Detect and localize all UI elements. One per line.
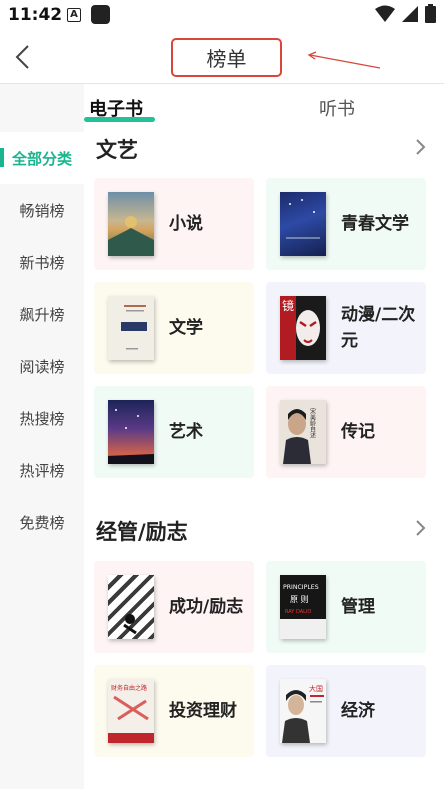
sidebar-item-rising[interactable]: 飙升榜: [0, 288, 84, 340]
book-cover: 镜: [280, 296, 326, 360]
sidebar-item-label: 畅销榜: [19, 201, 65, 220]
category-card-economy[interactable]: 大国 经济: [266, 665, 426, 757]
chevron-left-icon: [15, 45, 29, 69]
book-cover: 财务自由之路: [108, 679, 154, 743]
category-label: 文学: [169, 318, 203, 338]
status-bar: 11:42 A: [0, 0, 444, 30]
category-card-success[interactable]: 成功/励志: [94, 561, 254, 653]
category-card-management[interactable]: PRINCIPLES 原 则 RAY DALIO 管理: [266, 561, 426, 653]
signal-icon: [402, 5, 418, 22]
sidebar-item-label: 热评榜: [19, 461, 65, 480]
category-label: 小说: [169, 214, 203, 234]
tab-bar: 电子书 听书: [84, 86, 444, 124]
sidebar-item-new[interactable]: 新书榜: [0, 236, 84, 288]
category-card-novel[interactable]: 小说: [94, 178, 254, 270]
book-cover: [108, 575, 154, 639]
sidebar-item-label: 阅读榜: [19, 357, 65, 376]
book-cover: 大国: [280, 679, 326, 743]
category-label: 青春文学: [341, 214, 409, 234]
notification-a-icon: A: [67, 8, 81, 22]
book-cover: [108, 296, 154, 360]
annotation-arrow-icon: [307, 51, 381, 69]
sidebar-item-reading[interactable]: 阅读榜: [0, 340, 84, 392]
section-more-chevron-icon[interactable]: [412, 137, 428, 157]
back-button[interactable]: [10, 42, 38, 72]
category-label: 艺术: [169, 422, 203, 442]
category-card-youth[interactable]: 青春文学: [266, 178, 426, 270]
sidebar-item-free[interactable]: 免费榜: [0, 496, 84, 548]
category-label: 管理: [341, 597, 375, 617]
book-cover: [108, 192, 154, 256]
cover-title-invest: 财务自由之路: [111, 684, 147, 692]
battery-icon: [425, 4, 436, 23]
category-card-anime[interactable]: 镜 动漫/二次元: [266, 282, 426, 374]
sidebar-item-label: 飙升榜: [19, 305, 65, 324]
wifi-icon: [375, 5, 395, 22]
section-title-literature: 文艺: [96, 138, 138, 162]
sidebar-item-hot-review[interactable]: 热评榜: [0, 444, 84, 496]
category-card-art[interactable]: 艺术: [94, 386, 254, 478]
sidebar-item-all[interactable]: 全部分类: [0, 132, 84, 184]
cover-title-bio: 宋美龄自述: [309, 407, 316, 439]
cover-principles-en: PRINCIPLES: [283, 584, 319, 591]
book-cover: PRINCIPLES 原 则 RAY DALIO: [280, 575, 326, 639]
tab-audiobook[interactable]: 听书: [319, 95, 355, 121]
cover-author: RAY DALIO: [285, 609, 311, 615]
status-time: 11:42: [8, 5, 63, 25]
header: 榜单: [0, 30, 444, 84]
category-card-literature[interactable]: 文学: [94, 282, 254, 374]
book-cover: 宋美龄自述: [280, 400, 326, 464]
category-sidebar: 全部分类 畅销榜 新书榜 飙升榜 阅读榜 热搜榜 热评榜 免费榜: [0, 84, 84, 789]
status-icons: [375, 4, 436, 23]
category-label: 经济: [341, 701, 375, 721]
tab-active-underline: [84, 117, 155, 122]
category-label: 投资理财: [169, 701, 237, 721]
category-label: 动漫/二次元: [341, 305, 416, 351]
category-card-investment[interactable]: 财务自由之路 投资理财: [94, 665, 254, 757]
category-card-biography[interactable]: 宋美龄自述 传记: [266, 386, 426, 478]
category-label: 传记: [341, 422, 375, 442]
book-cover: [108, 400, 154, 464]
cover-principles-cn: 原 则: [290, 594, 309, 604]
sidebar-item-label: 热搜榜: [19, 409, 65, 428]
active-indicator: [0, 148, 4, 167]
svg-text:镜: 镜: [282, 298, 294, 313]
sidebar-item-bestseller[interactable]: 畅销榜: [0, 184, 84, 236]
sidebar-item-hot-search[interactable]: 热搜榜: [0, 392, 84, 444]
sidebar-item-label: 全部分类: [11, 149, 72, 168]
title-highlight-box: 榜单: [171, 38, 282, 77]
sidebar-item-label: 免费榜: [19, 513, 65, 532]
book-cover: [280, 192, 326, 256]
sidebar-item-label: 新书榜: [19, 253, 65, 272]
section-more-chevron-icon[interactable]: [412, 518, 428, 538]
notification-square-icon: [91, 5, 110, 24]
category-label: 成功/励志: [169, 597, 244, 617]
section-title-business: 经管/励志: [96, 520, 188, 544]
page-title: 榜单: [206, 47, 247, 71]
cover-title-econ: 大国: [309, 684, 323, 693]
